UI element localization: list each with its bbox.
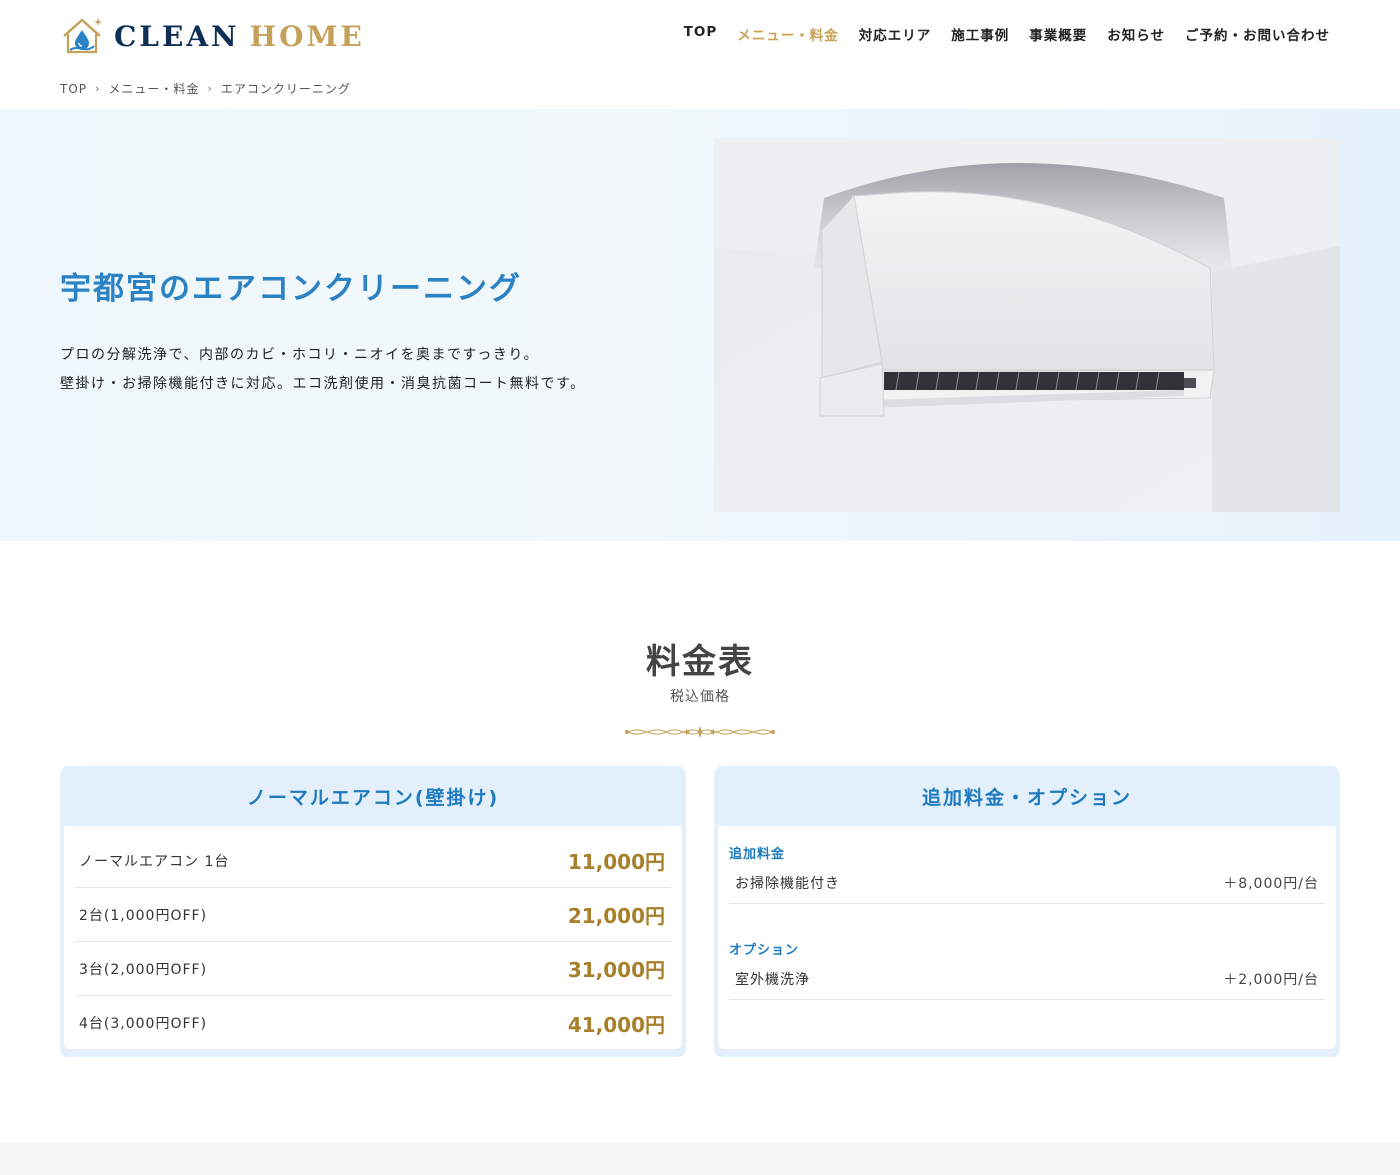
price-label: 3台(2,000円OFF)	[79, 961, 208, 978]
nav-item-case-studies[interactable]: 施工事例	[951, 24, 1009, 44]
page-title: 宇都宮のエアコンクリーニング	[60, 271, 522, 307]
hero-description: プロの分解洗浄で、内部のカビ・ホコリ・ニオイを奥まですっきり。 壁掛け・お掃除機…	[60, 341, 586, 399]
nav-item-company[interactable]: 事業概要	[1029, 24, 1087, 44]
nav-item-service-area[interactable]: 対応エリア	[859, 24, 932, 44]
option-group-title: 追加料金	[729, 847, 786, 862]
hero-description-line: プロの分解洗浄で、内部のカビ・ホコリ・ニオイを奥まですっきり。	[60, 347, 540, 363]
price-row: 4台(3,000円OFF) 41,000円	[75, 996, 671, 1050]
price-value: 11,000円	[567, 850, 665, 874]
chevron-right-icon: ›	[207, 82, 213, 95]
breadcrumb-current: エアコンクリーニング	[220, 82, 351, 96]
pricing-subtitle: 税込価格	[670, 689, 730, 705]
hero-section: 宇都宮のエアコンクリーニング プロの分解洗浄で、内部のカビ・ホコリ・ニオイを奥ま…	[0, 109, 1400, 541]
price-label: 2台(1,000円OFF)	[79, 907, 208, 924]
site-logo[interactable]: CLEAN HOME	[60, 14, 365, 58]
footer-strip	[0, 1143, 1400, 1175]
option-price: ＋8,000円/台	[1223, 875, 1319, 892]
logo-word-home: HOME	[249, 19, 365, 53]
pricing-card-options: 追加料金・オプション 追加料金 お掃除機能付き ＋8,000円/台 オプション …	[714, 766, 1340, 1057]
nav-item-contact[interactable]: ご予約・お問い合わせ	[1185, 24, 1330, 44]
option-price: ＋2,000円/台	[1223, 971, 1319, 988]
option-list: 追加料金 お掃除機能付き ＋8,000円/台 オプション 室外機洗浄 ＋2,00…	[718, 826, 1336, 1049]
house-droplet-icon	[63, 18, 102, 54]
main-nav: TOP メニュー・料金 対応エリア 施工事例 事業概要 お知らせ ご予約・お問い…	[684, 24, 1330, 44]
option-row: お掃除機能付き ＋8,000円/台	[729, 862, 1325, 904]
card-title: 追加料金・オプション	[921, 786, 1132, 809]
logo-word-clean: CLEAN	[114, 19, 240, 53]
price-value: 41,000円	[567, 1012, 665, 1037]
pricing-card-normal: ノーマルエアコン(壁掛け) ノーマルエアコン 1台 11,000円 2台(1,0…	[60, 766, 686, 1057]
logo-wordmark: CLEAN HOME	[114, 20, 365, 53]
site-header: CLEAN HOME TOP メニュー・料金 対応エリア 施工事例 事業概要 お知…	[0, 0, 1400, 70]
air-conditioner-illustration	[714, 138, 1340, 512]
price-label: 4台(3,000円OFF)	[79, 1016, 208, 1032]
chevron-right-icon: ›	[95, 82, 101, 95]
card-title: ノーマルエアコン(壁掛け)	[246, 786, 500, 809]
hero-image-air-conditioner	[714, 138, 1340, 512]
breadcrumb: TOP › メニュー・料金 › エアコンクリーニング	[60, 80, 351, 97]
option-label: お掃除機能付き	[735, 875, 840, 892]
nav-item-news[interactable]: お知らせ	[1107, 24, 1165, 44]
price-label: ノーマルエアコン 1台	[79, 853, 230, 870]
price-row: 3台(2,000円OFF) 31,000円	[75, 942, 671, 996]
option-label: 室外機洗浄	[735, 971, 810, 988]
hero-description-line: 壁掛け・お掃除機能付きに対応。エコ洗剤使用・消臭抗菌コート無料です。	[60, 376, 586, 392]
breadcrumb-menu-price[interactable]: メニュー・料金	[108, 80, 199, 97]
option-row: 室外機洗浄 ＋2,000円/台	[729, 958, 1325, 1000]
option-group-title: オプション	[729, 943, 800, 958]
nav-item-top[interactable]: TOP	[684, 24, 718, 44]
price-value: 21,000円	[567, 904, 665, 928]
price-list: ノーマルエアコン 1台 11,000円 2台(1,000円OFF) 21,000…	[64, 826, 682, 1049]
nav-item-menu-price[interactable]: メニュー・料金	[737, 24, 839, 44]
price-value: 31,000円	[567, 958, 665, 982]
pricing-title: 料金表	[646, 642, 754, 682]
breadcrumb-top[interactable]: TOP	[60, 82, 87, 96]
price-row: 2台(1,000円OFF) 21,000円	[75, 888, 671, 942]
ornament-divider-icon	[625, 726, 775, 738]
price-row: ノーマルエアコン 1台 11,000円	[75, 834, 671, 888]
